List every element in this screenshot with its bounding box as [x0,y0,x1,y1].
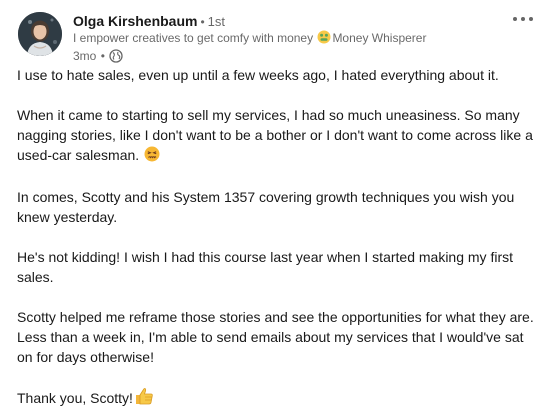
post-paragraph-text: When it came to starting to sell my serv… [17,107,533,163]
post-body: I use to hate sales, even up until a few… [17,65,539,410]
feed-post: Olga Kirshenbaum • 1st I empower creatives… [0,0,551,415]
author-avatar[interactable] [18,12,62,56]
post-paragraph: Thank you, Scotty! [17,387,539,410]
post-paragraph: Scotty helped me reframe those stories a… [17,309,534,365]
more-options-button[interactable] [511,12,535,28]
author-headline-prefix: I empower creatives to get comfy with mo… [73,31,314,45]
timestamp-separator: • [100,49,105,63]
ellipsis-icon [513,17,517,21]
post-paragraph: He's not kidding! I wish I had this cour… [17,249,513,285]
post-paragraph-text: Thank you, Scotty! [17,390,133,406]
post-paragraph: When it came to starting to sell my serv… [17,105,539,167]
author-headline-suffix: Money Whisperer [332,31,427,45]
post-timestamp: 3mo [73,49,97,63]
thumbs-up-icon [134,387,154,410]
connection-degree: 1st [207,14,226,29]
avatar-image [18,12,62,56]
ellipsis-dot [529,17,533,21]
degree-separator: • [200,15,205,29]
author-meta: Olga Kirshenbaum • 1st I empower creatives… [73,12,501,67]
author-headline: I empower creatives to get comfy with mo… [73,30,501,48]
author-name[interactable]: Olga Kirshenbaum [73,13,197,29]
author-name-line: Olga Kirshenbaum • 1st [73,12,501,30]
money-mouth-face-icon [317,30,331,48]
post-header: Olga Kirshenbaum • 1st I empower creatives… [18,12,541,63]
post-paragraph: In comes, Scotty and his System 1357 cov… [17,189,515,225]
ellipsis-dot [521,17,525,21]
post-paragraph: I use to hate sales, even up until a few… [17,67,499,83]
persevering-face-icon [144,146,160,167]
